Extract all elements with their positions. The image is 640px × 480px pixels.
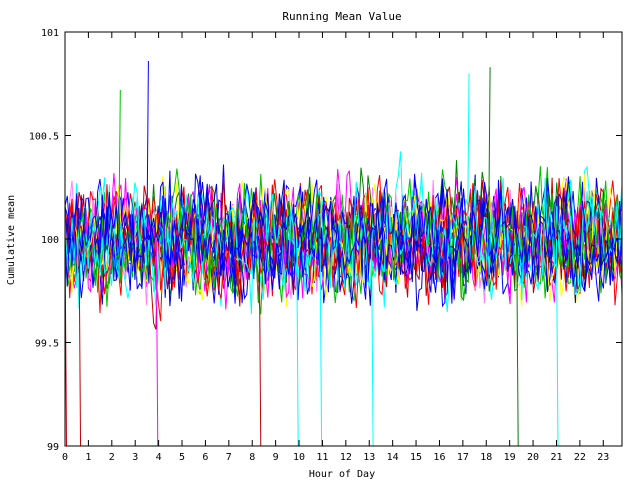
y-tick-label: 99.5 — [35, 339, 59, 350]
y-axis-label: Cumulative mean — [6, 195, 17, 285]
y-tick-label: 101 — [41, 28, 59, 39]
x-tick-label: 15 — [410, 452, 422, 463]
x-tick-label: 14 — [387, 452, 399, 463]
y-tick-label: 99 — [47, 442, 59, 453]
chart-title: Running Mean Value — [282, 10, 401, 23]
x-tick-label: 18 — [480, 452, 492, 463]
x-tick-label: 12 — [340, 452, 352, 463]
y-tick-label: 100 — [41, 235, 59, 246]
x-tick-label: 10 — [293, 452, 305, 463]
x-axis-label: Hour of Day — [309, 469, 375, 480]
x-tick-label: 17 — [457, 452, 469, 463]
series-layer — [65, 60, 622, 446]
x-tick-label: 19 — [504, 452, 516, 463]
y-tick-label: 100.5 — [29, 132, 59, 143]
x-tick-label: 16 — [433, 452, 445, 463]
x-tick-label: 4 — [156, 452, 162, 463]
x-tick-label: 13 — [363, 452, 375, 463]
x-tick-label: 23 — [597, 452, 609, 463]
x-tick-label: 8 — [249, 452, 255, 463]
x-tick-label: 7 — [226, 452, 232, 463]
x-tick-label: 9 — [273, 452, 279, 463]
x-tick-label: 5 — [179, 452, 185, 463]
x-tick-label: 22 — [574, 452, 586, 463]
x-tick-label: 1 — [85, 452, 91, 463]
x-tick-label: 21 — [550, 452, 562, 463]
x-tick-label: 6 — [202, 452, 208, 463]
x-tick-label: 3 — [132, 452, 138, 463]
x-tick-label: 2 — [109, 452, 115, 463]
x-tick-label: 20 — [527, 452, 539, 463]
x-tick-label: 0 — [62, 452, 68, 463]
line-chart: Running Mean Value Cumulative mean Hour … — [6, 10, 623, 480]
x-tick-label: 11 — [316, 452, 328, 463]
